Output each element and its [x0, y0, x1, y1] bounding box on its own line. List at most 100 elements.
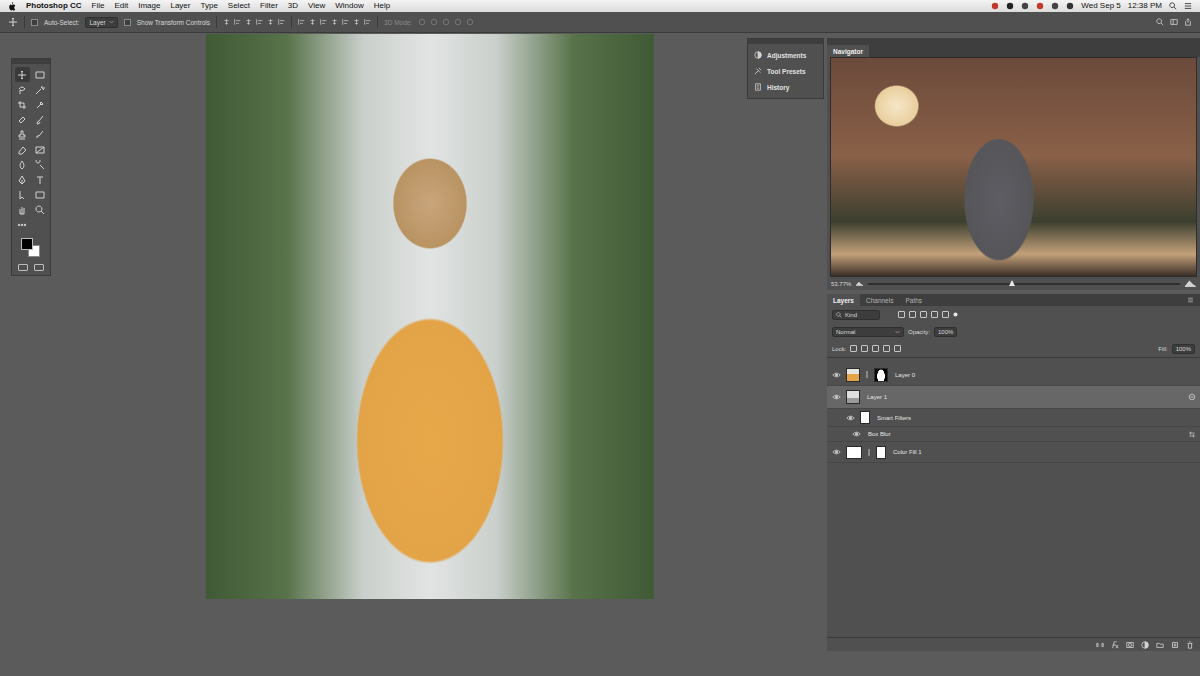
menu-item[interactable]: File: [92, 0, 105, 12]
lock-option-icon[interactable]: [883, 345, 890, 352]
menu-item[interactable]: Image: [138, 0, 160, 12]
panel-tab[interactable]: Paths: [899, 294, 928, 306]
screen-mode-icon[interactable]: [34, 264, 44, 271]
tool-button[interactable]: [15, 142, 30, 157]
menu-item[interactable]: View: [308, 0, 325, 12]
visibility-toggle[interactable]: [831, 372, 841, 378]
status-icon[interactable]: [1066, 2, 1074, 10]
menu-item[interactable]: Select: [228, 0, 250, 12]
auto-select-checkbox[interactable]: [31, 19, 38, 26]
filter-type-icon[interactable]: [942, 311, 949, 318]
panel-tab[interactable]: Layers: [827, 294, 860, 306]
tool-button[interactable]: [33, 202, 48, 217]
3d-mode-icon: [454, 18, 462, 26]
menu-item[interactable]: Filter: [260, 0, 278, 12]
status-icon[interactable]: [991, 2, 999, 10]
more-tools-icon: [17, 223, 27, 227]
menu-item[interactable]: Help: [374, 0, 390, 12]
quick-mask-icon[interactable]: [18, 264, 28, 271]
filter-toggle-icon[interactable]: [953, 312, 958, 317]
lock-option-icon[interactable]: [850, 345, 857, 352]
panel-tab[interactable]: Channels: [860, 294, 899, 306]
filter-type-icon[interactable]: [920, 311, 927, 318]
panel-tab[interactable]: Navigator: [827, 45, 869, 57]
panel-grip[interactable]: [12, 59, 50, 64]
menu-item[interactable]: 3D: [288, 0, 298, 12]
tool-button[interactable]: [33, 82, 48, 97]
opacity-field[interactable]: 100%: [934, 327, 957, 337]
tool-button[interactable]: [33, 157, 48, 172]
tool-button[interactable]: [33, 187, 48, 202]
filter-type-icon[interactable]: [909, 311, 916, 318]
apple-icon[interactable]: [8, 2, 16, 11]
filter-type-icon[interactable]: [898, 311, 905, 318]
healing-icon: [17, 115, 27, 125]
lock-option-icon[interactable]: [894, 345, 901, 352]
blend-mode-dropdown[interactable]: Normal: [832, 327, 904, 337]
lock-option-icon[interactable]: [872, 345, 879, 352]
color-swatches[interactable]: [19, 236, 43, 258]
zoom-slider-thumb[interactable]: [1009, 280, 1015, 286]
tool-button[interactable]: [15, 67, 30, 82]
filter-type-icon[interactable]: [931, 311, 938, 318]
layer-name[interactable]: Layer 1: [865, 394, 887, 400]
foreground-color[interactable]: [21, 238, 33, 250]
layer-row[interactable]: Smart Filters: [827, 409, 1200, 427]
auto-select-dropdown[interactable]: Layer: [85, 17, 117, 28]
menu-item[interactable]: Layer: [170, 0, 190, 12]
tool-button[interactable]: [33, 67, 48, 82]
layer-row[interactable]: Box Blur: [827, 427, 1200, 442]
tool-button[interactable]: [15, 82, 30, 97]
tool-button[interactable]: [15, 172, 30, 187]
panel-button[interactable]: Adjustments: [748, 47, 823, 63]
visibility-toggle[interactable]: [851, 431, 861, 437]
panel-button[interactable]: Tool Presets: [748, 63, 823, 79]
app-menu[interactable]: Photoshop CC: [26, 0, 82, 12]
navigator-preview[interactable]: [830, 57, 1197, 277]
visibility-toggle[interactable]: [831, 394, 841, 400]
transform-controls-checkbox[interactable]: [124, 19, 131, 26]
tool-button[interactable]: [15, 187, 30, 202]
tool-button[interactable]: [15, 202, 30, 217]
layer-name[interactable]: Smart Filters: [875, 415, 911, 421]
menu-item[interactable]: Type: [200, 0, 217, 12]
tool-button[interactable]: [15, 127, 30, 142]
menu-item[interactable]: Window: [335, 0, 363, 12]
panel-grip[interactable]: [748, 39, 823, 44]
layer-name[interactable]: Color Fill 1: [891, 449, 922, 455]
lock-option-icon[interactable]: [861, 345, 868, 352]
zoom-value[interactable]: 53.77%: [831, 281, 851, 287]
layer-name[interactable]: Layer 0: [893, 372, 915, 378]
tool-button[interactable]: [33, 127, 48, 142]
document-canvas[interactable]: [206, 34, 654, 599]
layer-mask: [876, 446, 886, 459]
tool-button[interactable]: [33, 172, 48, 187]
layer-row[interactable]: Color Fill 1: [827, 442, 1200, 463]
tool-button[interactable]: [33, 97, 48, 112]
layer-row[interactable]: Layer 0: [827, 364, 1200, 386]
tool-button[interactable]: [15, 112, 30, 127]
layer-row[interactable]: Layer 1: [827, 386, 1200, 409]
fill-field[interactable]: 100%: [1172, 344, 1195, 354]
layer-name[interactable]: Box Blur: [866, 431, 891, 437]
panel-menu[interactable]: [1181, 294, 1200, 306]
chevron-down-icon: [895, 330, 900, 334]
dock-header[interactable]: [827, 38, 1200, 45]
tool-button[interactable]: [15, 97, 30, 112]
clock-date[interactable]: Wed Sep 5: [1081, 0, 1120, 12]
tool-button[interactable]: [15, 157, 30, 172]
status-icon[interactable]: [1036, 2, 1044, 10]
status-icon[interactable]: [1006, 2, 1014, 10]
tool-button[interactable]: [33, 142, 48, 157]
zoom-slider[interactable]: [868, 283, 1180, 285]
filter-kind-dropdown[interactable]: Kind: [832, 310, 880, 320]
menu-item[interactable]: Edit: [114, 0, 128, 12]
tool-button[interactable]: [15, 217, 30, 232]
tool-button[interactable]: [33, 112, 48, 127]
status-icon[interactable]: [1021, 2, 1029, 10]
clock-time[interactable]: 12:38 PM: [1128, 0, 1162, 12]
status-icon[interactable]: [1051, 2, 1059, 10]
visibility-toggle[interactable]: [831, 449, 841, 455]
visibility-toggle[interactable]: [845, 415, 855, 421]
panel-button[interactable]: History: [748, 79, 823, 95]
